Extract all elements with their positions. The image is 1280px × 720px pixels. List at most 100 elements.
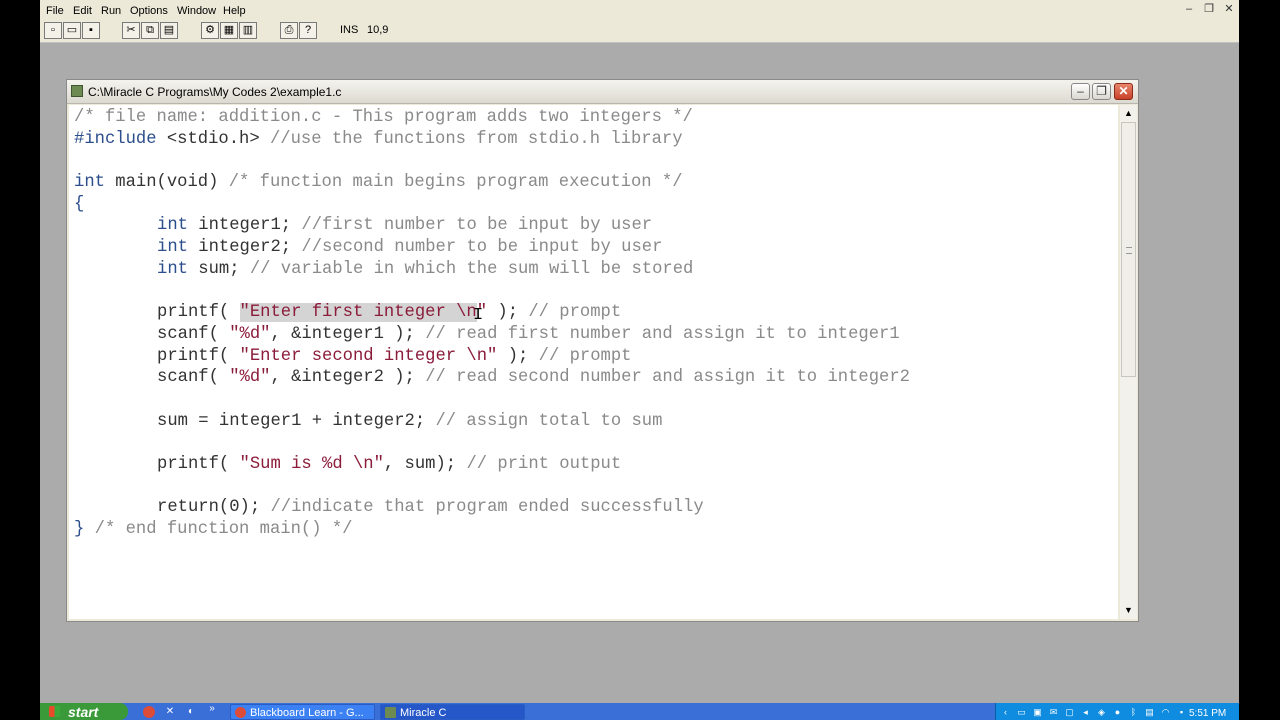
code-line-5: { [74, 195, 84, 215]
window-title: C:\Miracle C Programs\My Codes 2\example… [88, 85, 342, 99]
task-label: Miracle C [400, 707, 447, 719]
selected-text: "Enter first integer \n [239, 303, 477, 322]
editor-window: C:\Miracle C Programs\My Codes 2\example… [66, 79, 1139, 622]
tray-network-icon[interactable]: ▭ [1016, 707, 1027, 717]
app-minimize-icon[interactable]: – [1179, 2, 1199, 18]
punctuation: ); [497, 347, 539, 366]
code-line-12: printf( "Enter second integer \n" ); // … [157, 347, 631, 367]
function-call: scanf( [157, 325, 230, 344]
string-literal: "%d" [229, 368, 271, 387]
tray-security-icon[interactable]: ▤ [1144, 707, 1155, 717]
scroll-up-icon[interactable]: ▲ [1120, 105, 1137, 122]
string-literal: "Sum is %d \n" [239, 455, 384, 474]
task-blackboard[interactable]: Blackboard Learn - G... [230, 704, 375, 720]
string-literal: "Enter second integer \n" [239, 347, 498, 366]
run-icon[interactable]: ▥ [239, 22, 257, 39]
windows-logo-icon [49, 706, 60, 717]
code-line-1: /* file name: addition.c - This program … [74, 108, 693, 128]
menu-help[interactable]: Help [223, 5, 246, 17]
punctuation: (0); [218, 498, 271, 517]
keyword: int [157, 216, 188, 235]
identifier: main(void) [104, 173, 229, 192]
tray-mail-icon[interactable]: ✉ [1048, 707, 1059, 717]
close-button[interactable]: ✕ [1114, 83, 1133, 100]
insert-mode-indicator: INS [340, 24, 359, 36]
menu-file[interactable]: File [46, 5, 64, 17]
grip-icon [1126, 247, 1132, 254]
app-close-icon[interactable]: ✕ [1219, 2, 1239, 18]
restore-button[interactable]: ❐ [1092, 83, 1111, 100]
keyword: int [157, 260, 188, 279]
task-miracle-c[interactable]: Miracle C [380, 704, 525, 720]
help-icon[interactable]: ? [299, 22, 317, 39]
browser-quicklaunch-icon[interactable]: ◐ [185, 706, 197, 718]
cut-icon[interactable]: ✂ [122, 22, 140, 39]
compile-icon[interactable]: ⚙ [201, 22, 219, 39]
start-button[interactable]: start [40, 703, 128, 720]
keyword: return [157, 498, 219, 517]
tray-wifi-icon[interactable]: ◠ [1160, 707, 1171, 717]
identifier: , &integer1 ); [270, 325, 426, 344]
new-file-icon[interactable]: ▫ [44, 22, 62, 39]
app-window-buttons: – ❐ ✕ [1179, 0, 1239, 20]
code-editor[interactable]: /* file name: addition.c - This program … [69, 105, 1118, 619]
punctuation: ); [487, 303, 529, 322]
editor-titlebar[interactable]: C:\Miracle C Programs\My Codes 2\example… [67, 80, 1138, 104]
tray-arrow-icon[interactable]: ‹ [1000, 707, 1011, 717]
comment: // variable in which the sum will be sto… [249, 260, 694, 279]
paste-icon[interactable]: ▤ [160, 22, 178, 39]
taskbar: start ✕ ◐ » Blackboard Learn - G... Mira… [40, 703, 1239, 720]
code-line-2: #include <stdio.h> //use the functions f… [74, 130, 683, 150]
comment: // prompt [528, 303, 622, 322]
tray-printer-icon[interactable]: ▪ [1176, 707, 1187, 717]
vertical-scrollbar[interactable]: ▲ ▼ [1120, 105, 1137, 619]
more-icons-chevron[interactable]: » [206, 703, 218, 715]
code-line-8: int sum; // variable in which the sum wi… [157, 260, 693, 280]
tools-quicklaunch-icon[interactable]: ✕ [164, 706, 176, 718]
code-line-13: scanf( "%d", &integer2 ); // read second… [157, 368, 910, 388]
identifier: sum; [187, 260, 250, 279]
tray-display-icon[interactable]: ▣ [1032, 707, 1043, 717]
chrome-quicklaunch-icon[interactable] [143, 706, 155, 718]
code-line-4: int main(void) /* function main begins p… [74, 173, 683, 193]
menu-window[interactable]: Window [177, 5, 216, 17]
brace: { [74, 195, 85, 214]
comment: // read second number and assign it to i… [425, 368, 910, 387]
function-call: printf( [157, 455, 240, 474]
start-label: start [68, 704, 99, 720]
comment: // prompt [538, 347, 632, 366]
comment: // assign total to sum [435, 412, 663, 431]
code-line-20: } /* end function main() */ [74, 520, 353, 540]
tray-shield-icon[interactable]: ◈ [1096, 707, 1107, 717]
scroll-down-icon[interactable]: ▼ [1120, 602, 1137, 619]
code-line-10: printf( "Enter first integer \n" ); // p… [157, 303, 621, 323]
minimize-button[interactable]: – [1071, 83, 1090, 100]
menu-run[interactable]: Run [101, 5, 121, 17]
text-cursor-icon: I [473, 306, 484, 325]
keyword: #include [74, 130, 157, 149]
comment: // print output [466, 455, 622, 474]
cursor-position-indicator: 10,9 [367, 24, 389, 36]
app-restore-icon[interactable]: ❐ [1199, 2, 1219, 18]
code-line-15: sum = integer1 + integer2; // assign tot… [157, 412, 662, 432]
tray-bluetooth-icon[interactable]: ᛒ [1128, 707, 1139, 717]
task-label: Blackboard Learn - G... [250, 707, 364, 719]
print-icon[interactable]: ⎙ [280, 22, 298, 39]
identifier: sum = integer1 + integer2; [157, 412, 436, 431]
system-tray: ‹ ▭ ▣ ✉ ▢ ◂ ◈ ● ᛒ ▤ ◠ ▪ 5:51 PM [995, 703, 1239, 720]
clock[interactable]: 5:51 PM [1189, 708, 1226, 719]
toolbar: ▫ ▭ ▪ ✂ ⧉ ▤ ⚙ ▦ ▥ ⎙ ? INS 10,9 [40, 20, 1239, 43]
identifier: integer2; [187, 238, 302, 257]
menu-options[interactable]: Options [130, 5, 168, 17]
build-icon[interactable]: ▦ [220, 22, 238, 39]
open-folder-icon[interactable]: ▭ [63, 22, 81, 39]
scrollbar-thumb[interactable] [1121, 122, 1136, 377]
menu-edit[interactable]: Edit [73, 5, 92, 17]
tray-volume-icon[interactable]: ◂ [1080, 707, 1091, 717]
save-icon[interactable]: ▪ [82, 22, 100, 39]
tray-monitor-icon[interactable]: ▢ [1064, 707, 1075, 717]
tray-app-icon[interactable]: ● [1112, 707, 1123, 717]
comment: /* file name: addition.c - This program … [74, 108, 693, 127]
menu-bar: File Edit Run Options Window Help – ❐ ✕ [40, 0, 1239, 22]
copy-icon[interactable]: ⧉ [141, 22, 159, 39]
